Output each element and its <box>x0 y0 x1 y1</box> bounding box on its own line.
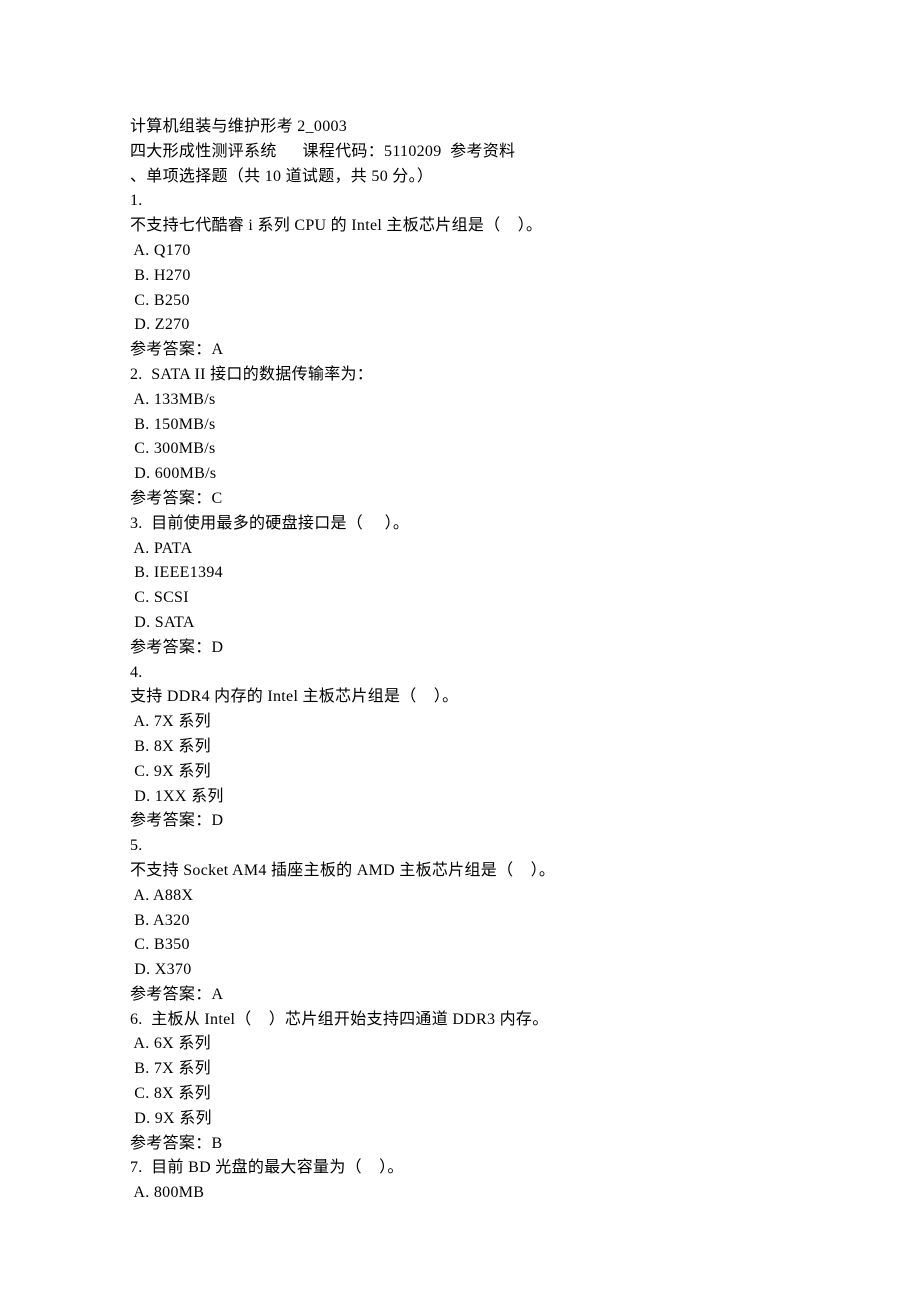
option: A. A88X <box>130 884 790 909</box>
section-title: 、单项选择题（共 10 道试题，共 50 分。） <box>130 165 790 190</box>
option: D. Z270 <box>130 313 790 338</box>
option: C. 9X 系列 <box>130 760 790 785</box>
question-block: 1. 不支持七代酷睿 i 系列 CPU 的 Intel 主板芯片组是（ ）。 A… <box>130 189 790 363</box>
ref-label: 参考资料 <box>450 143 515 160</box>
option: B. A320 <box>130 909 790 934</box>
question-stem: 不支持七代酷睿 i 系列 CPU 的 Intel 主板芯片组是（ ）。 <box>130 214 790 239</box>
question-block: 5. 不支持 Socket AM4 插座主板的 AMD 主板芯片组是（ ）。 A… <box>130 834 790 1008</box>
course-code-label: 课程代码： <box>303 143 385 160</box>
option: C. 300MB/s <box>130 437 790 462</box>
option: D. X370 <box>130 958 790 983</box>
option: C. SCSI <box>130 586 790 611</box>
option: B. 8X 系列 <box>130 735 790 760</box>
question-number: 4. <box>130 661 790 686</box>
option: B. H270 <box>130 264 790 289</box>
answer-line: 参考答案：A <box>130 338 790 363</box>
option: A. 7X 系列 <box>130 710 790 735</box>
option: A. 800MB <box>130 1181 790 1206</box>
option: A. PATA <box>130 537 790 562</box>
page-container: 计算机组装与维护形考 2_0003 四大形成性测评系统 课程代码：5110209… <box>0 0 920 1306</box>
option: D. 1XX 系列 <box>130 785 790 810</box>
option: A. Q170 <box>130 239 790 264</box>
answer-line: 参考答案：C <box>130 487 790 512</box>
question-block: 3. 目前使用最多的硬盘接口是（ ）。 A. PATA B. IEEE1394 … <box>130 512 790 661</box>
question-block: 2. SATA II 接口的数据传输率为： A. 133MB/s B. 150M… <box>130 363 790 512</box>
exam-title: 计算机组装与维护形考 2_0003 <box>130 115 790 140</box>
answer-line: 参考答案：A <box>130 983 790 1008</box>
system-name: 四大形成性测评系统 <box>130 143 277 160</box>
option: D. SATA <box>130 611 790 636</box>
course-code: 5110209 <box>384 143 442 160</box>
answer-line: 参考答案：B <box>130 1132 790 1157</box>
option: D. 9X 系列 <box>130 1107 790 1132</box>
question-block: 4. 支持 DDR4 内存的 Intel 主板芯片组是（ ）。 A. 7X 系列… <box>130 661 790 835</box>
question-number: 3. 目前使用最多的硬盘接口是（ ）。 <box>130 512 790 537</box>
question-stem: 支持 DDR4 内存的 Intel 主板芯片组是（ ）。 <box>130 685 790 710</box>
option: C. B350 <box>130 933 790 958</box>
option: A. 133MB/s <box>130 388 790 413</box>
question-block: 7. 目前 BD 光盘的最大容量为（ ）。 A. 800MB <box>130 1156 790 1206</box>
question-number: 2. SATA II 接口的数据传输率为： <box>130 363 790 388</box>
question-block: 6. 主板从 Intel（ ）芯片组开始支持四通道 DDR3 内存。 A. 6X… <box>130 1008 790 1157</box>
question-number: 7. 目前 BD 光盘的最大容量为（ ）。 <box>130 1156 790 1181</box>
header-info: 四大形成性测评系统 课程代码：5110209 参考资料 <box>130 140 790 165</box>
question-number: 5. <box>130 834 790 859</box>
option: C. 8X 系列 <box>130 1082 790 1107</box>
question-number: 1. <box>130 189 790 214</box>
question-stem: 不支持 Socket AM4 插座主板的 AMD 主板芯片组是（ ）。 <box>130 859 790 884</box>
option: B. 7X 系列 <box>130 1057 790 1082</box>
option: B. IEEE1394 <box>130 561 790 586</box>
option: D. 600MB/s <box>130 462 790 487</box>
option: C. B250 <box>130 289 790 314</box>
option: B. 150MB/s <box>130 413 790 438</box>
option: A. 6X 系列 <box>130 1032 790 1057</box>
answer-line: 参考答案：D <box>130 809 790 834</box>
answer-line: 参考答案：D <box>130 636 790 661</box>
question-number: 6. 主板从 Intel（ ）芯片组开始支持四通道 DDR3 内存。 <box>130 1008 790 1033</box>
